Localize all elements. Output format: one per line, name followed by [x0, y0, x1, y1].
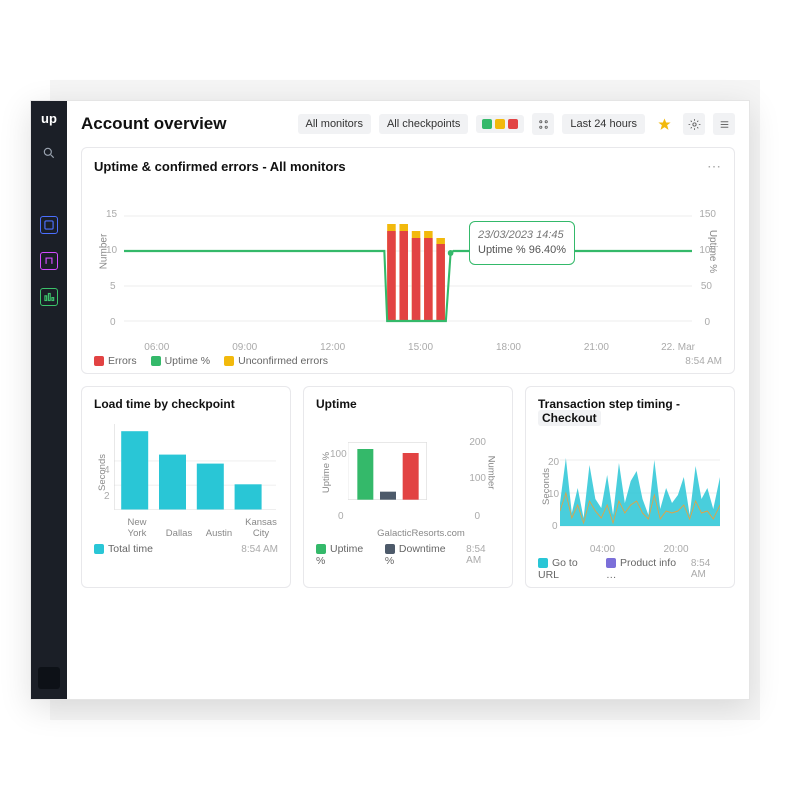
legend-unconfirmed: Unconfirmed errors — [224, 355, 328, 367]
app-window: up Account overview All monitors All che… — [30, 100, 750, 700]
main-content: Account overview All monitors All checkp… — [67, 101, 749, 699]
panel-uptime-errors: Uptime & confirmed errors - All monitors… — [81, 147, 735, 374]
legend-total-time: Total time — [94, 543, 153, 555]
legend-downtime-pct: Downtime % — [385, 543, 452, 567]
panel-transaction: Transaction step timing - Checkout Secon… — [525, 386, 735, 588]
favorite-button[interactable] — [653, 113, 675, 135]
panel-load-time: Load time by checkpoint Seconds 4 2 — [81, 386, 291, 588]
panel-uptime-mini: Uptime Uptime % Number 100 0 200 100 0 — [303, 386, 513, 588]
nav-reports-icon[interactable] — [40, 288, 58, 306]
settings-button[interactable] — [683, 113, 705, 135]
legend-uptime: Uptime % — [151, 355, 211, 367]
nav-monitors-icon[interactable] — [40, 216, 58, 234]
legend-errors: Errors — [94, 355, 137, 367]
filter-monitors[interactable]: All monitors — [298, 114, 371, 134]
logo[interactable]: up — [39, 111, 59, 126]
panel-menu-icon[interactable]: ⋯ — [707, 158, 722, 175]
menu-button[interactable] — [713, 113, 735, 135]
uptime-mini-chart[interactable]: Uptime % Number 100 0 200 100 0 — [316, 419, 500, 539]
status-color-filter[interactable] — [476, 115, 524, 133]
status-swatch-red — [508, 119, 518, 129]
panel-title: Transaction step timing - Checkout — [538, 397, 722, 425]
search-icon[interactable] — [40, 144, 58, 162]
chart-tooltip: 23/03/2023 14:45 Uptime % 96.40% — [469, 221, 575, 265]
status-swatch-yellow — [495, 119, 505, 129]
panel-timestamp: 8:54 AM — [685, 356, 722, 367]
grid-view-button[interactable] — [532, 113, 554, 135]
filter-checkpoints[interactable]: All checkpoints — [379, 114, 468, 134]
transaction-chart[interactable]: Seconds 20 10 0 — [538, 433, 722, 553]
time-range-picker[interactable]: Last 24 hours — [562, 114, 645, 134]
page-title: Account overview — [81, 114, 290, 134]
sidebar: up — [31, 101, 67, 699]
load-time-chart[interactable]: Seconds 4 2 — [94, 419, 278, 539]
panel-title: Load time by checkpoint — [94, 397, 278, 411]
sidebar-bottom-button[interactable] — [38, 667, 60, 689]
status-swatch-green — [482, 119, 492, 129]
legend-goto-url: Go to URL — [538, 557, 592, 581]
legend-product-info: Product info … — [606, 557, 677, 581]
header: Account overview All monitors All checkp… — [67, 101, 749, 147]
nav-alerts-icon[interactable] — [40, 252, 58, 270]
uptime-errors-chart[interactable]: Number Uptime % 0 5 10 15 0 50 100 150 — [94, 181, 722, 351]
panel-title: Uptime & confirmed errors - All monitors — [94, 159, 346, 174]
legend-uptime-pct: Uptime % — [316, 543, 371, 567]
panel-title: Uptime — [316, 397, 500, 411]
